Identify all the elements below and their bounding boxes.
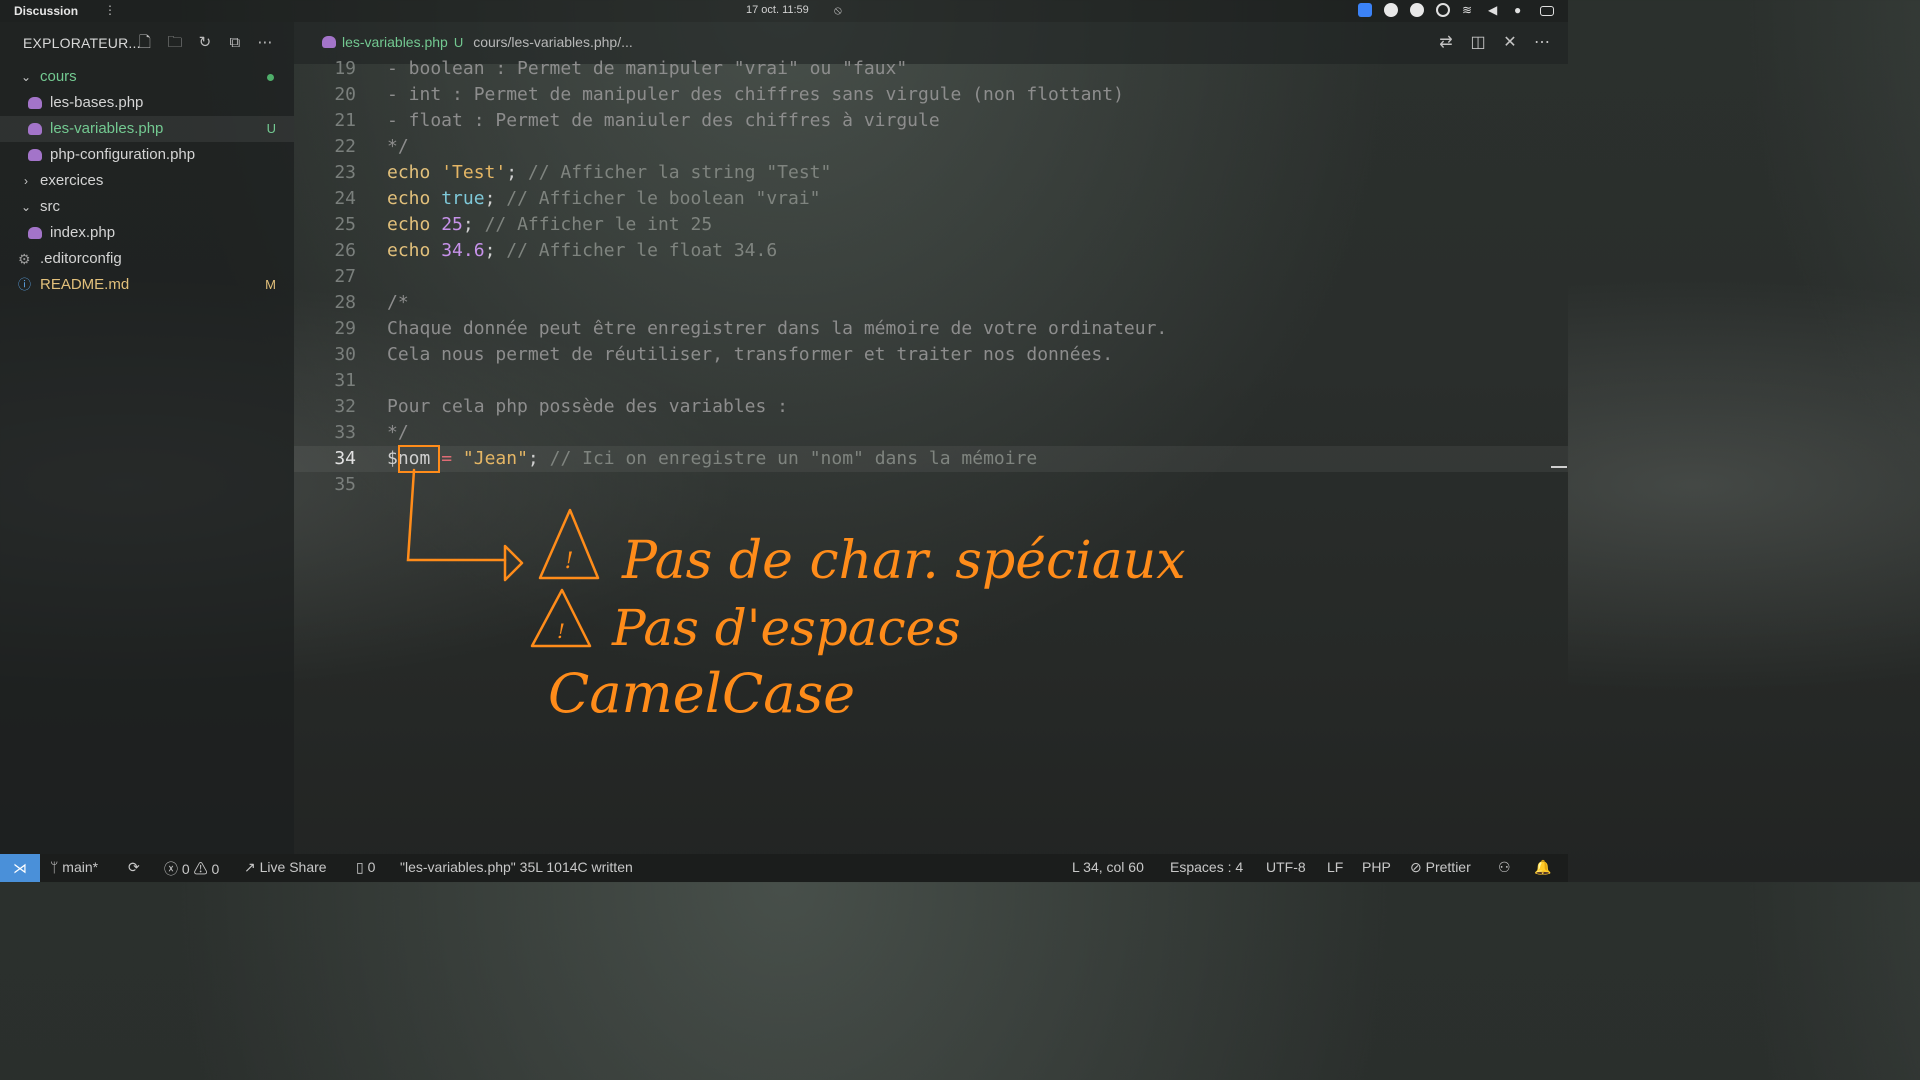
warning-icon: ⚠ (193, 861, 212, 877)
accounts-icon[interactable]: ⚇ (1498, 859, 1511, 876)
annotation-arrow-line (406, 468, 507, 562)
warning-count: 0 (211, 861, 220, 877)
cursor-position[interactable]: L 34, col 60 (1072, 859, 1144, 875)
warning-mark: ! (557, 619, 565, 643)
prettier-icon: ⊘ (1410, 859, 1426, 875)
ports-indicator[interactable]: ▯ 0 (356, 859, 375, 876)
formatter-label: Prettier (1425, 859, 1471, 875)
error-icon: ⓧ (164, 861, 182, 877)
annotation-text-3: CamelCase (548, 662, 855, 725)
status-bar: ⋊ ᛘ main* ⟳ ⓧ 0 ⚠ 0 ↗ Live Share ▯ 0 "le… (0, 854, 1568, 882)
status-message: "les-variables.php" 35L 1014C written (400, 859, 633, 875)
ports-count: 0 (367, 859, 376, 875)
indentation[interactable]: Espaces : 4 (1170, 859, 1243, 875)
formatter-indicator[interactable]: ⊘ Prettier (1410, 859, 1471, 876)
branch-indicator[interactable]: ᛘ main* (50, 859, 98, 875)
annotation-arrow-head (503, 544, 524, 582)
sync-icon[interactable]: ⟳ (128, 859, 140, 876)
remote-indicator-icon[interactable]: ⋊ (0, 854, 40, 882)
notifications-bell-icon[interactable]: 🔔 (1534, 859, 1551, 876)
git-branch-icon: ᛘ (50, 859, 63, 875)
warning-mark: ! (565, 549, 574, 574)
handwritten-annotations: ! Pas de char. spéciaux ! Pas d'espaces … (406, 468, 1186, 725)
encoding[interactable]: UTF-8 (1266, 859, 1306, 875)
annotation-text-1: Pas de char. spéciaux (621, 531, 1186, 591)
branch-name: main* (62, 859, 99, 875)
annotation-text-2: Pas d'espaces (611, 599, 961, 657)
live-share-label: Live Share (259, 859, 327, 875)
problems-indicator[interactable]: ⓧ 0 ⚠ 0 (164, 859, 219, 879)
live-share-button[interactable]: ↗ Live Share (244, 859, 327, 876)
language-mode[interactable]: PHP (1362, 859, 1391, 875)
live-share-icon: ↗ (244, 859, 260, 875)
end-of-line[interactable]: LF (1327, 859, 1343, 875)
error-count: 0 (181, 861, 190, 877)
ports-icon: ▯ (356, 859, 368, 875)
